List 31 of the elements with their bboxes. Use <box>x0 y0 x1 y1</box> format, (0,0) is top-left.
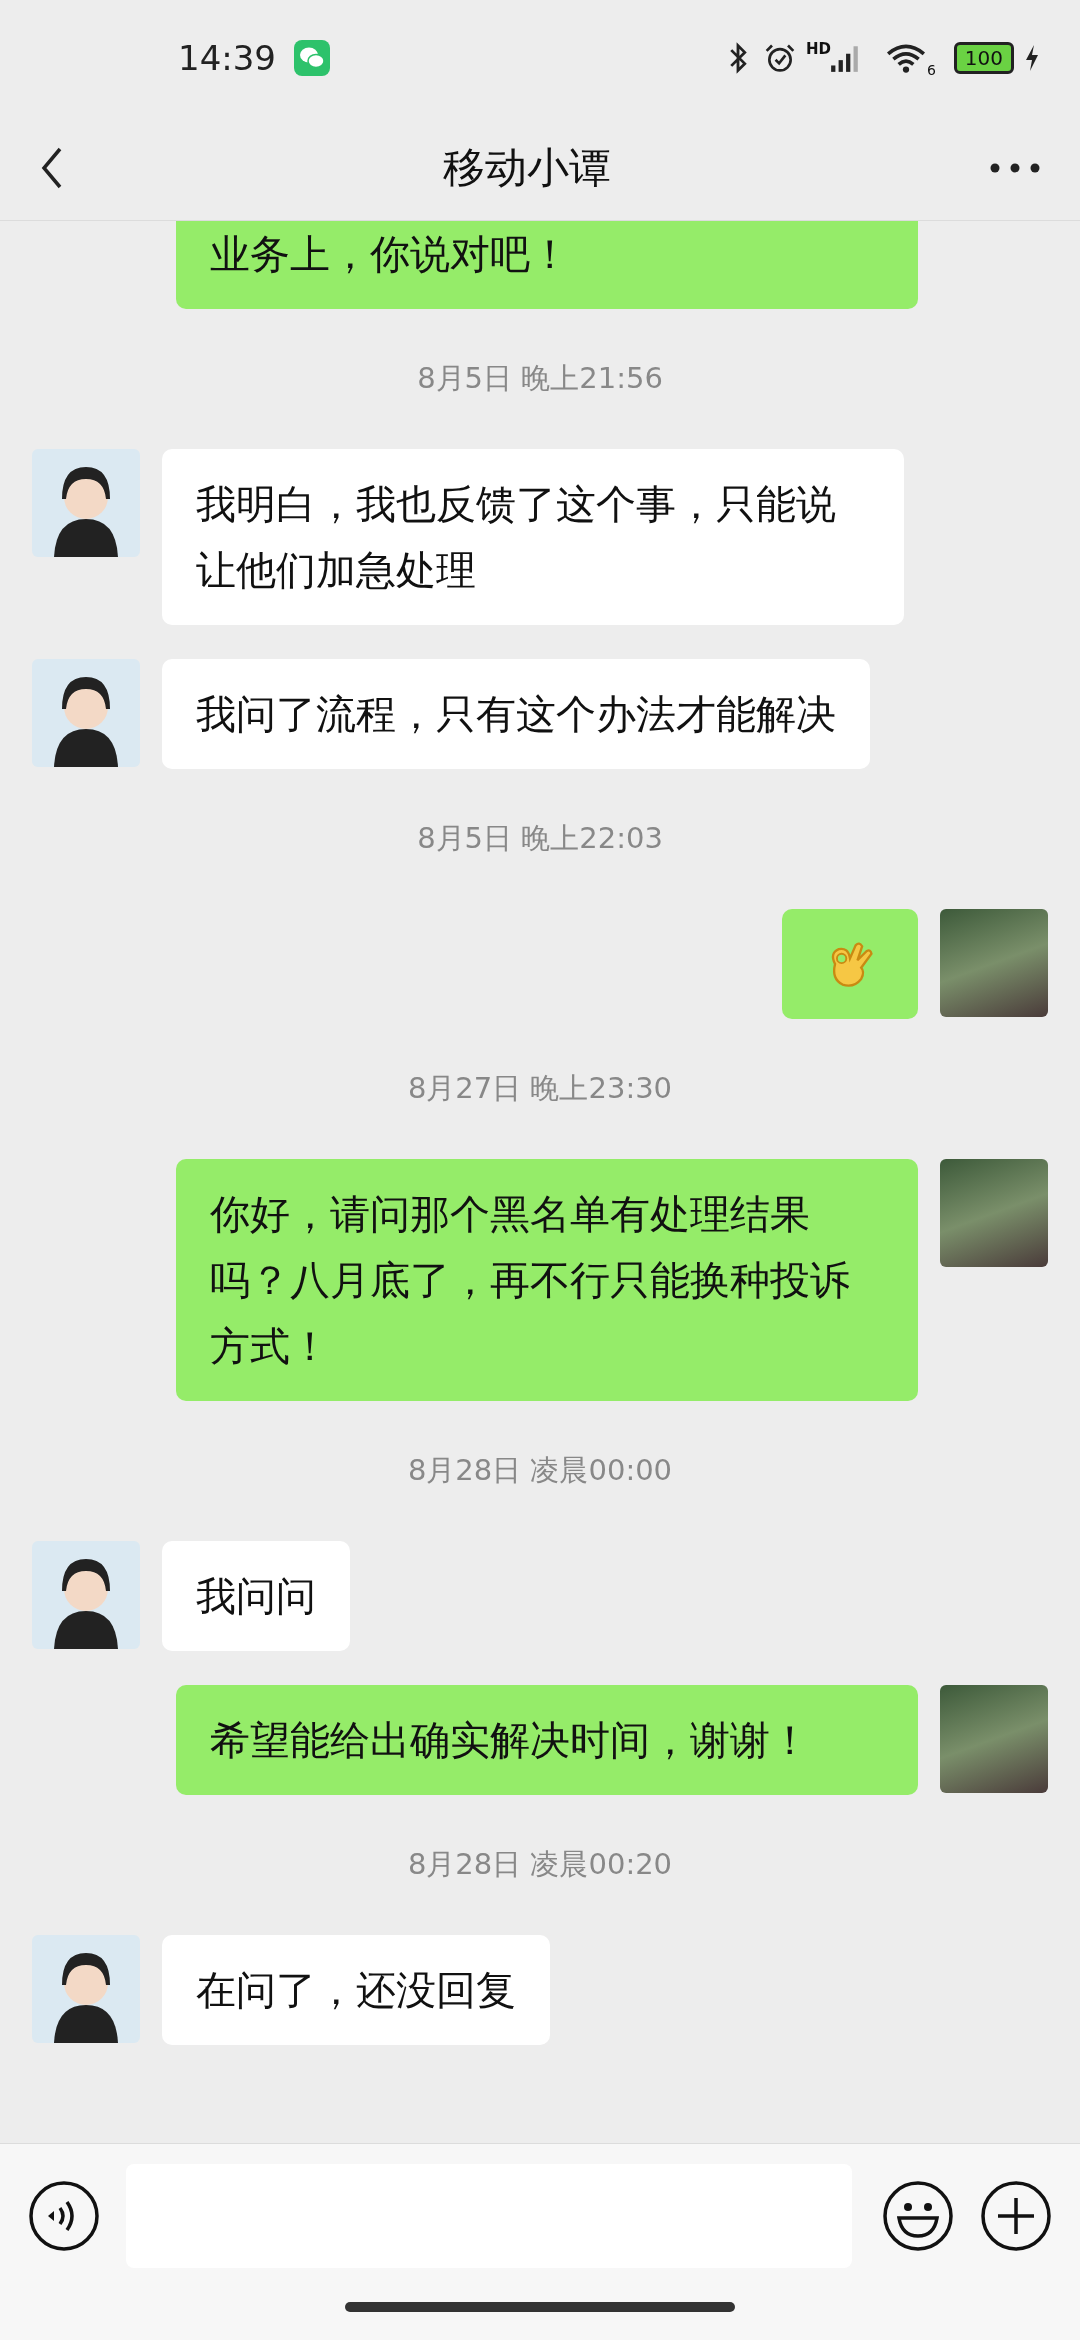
message-bubble[interactable]: 在问了，还没回复 <box>162 1935 550 2045</box>
more-icon[interactable] <box>990 163 1040 173</box>
photo-placeholder[interactable] <box>940 1159 1048 1267</box>
avatar-silhouette[interactable] <box>32 659 140 767</box>
charging-icon <box>1024 44 1040 72</box>
timestamp: 8月5日 晚上22:03 <box>417 820 663 857</box>
battery-level: 100 <box>953 42 1014 74</box>
timestamp: 8月5日 晚上21:56 <box>417 360 663 397</box>
voice-icon[interactable] <box>28 2180 100 2252</box>
message-bubble[interactable]: 我问了流程，只有这个办法才能解决 <box>162 659 870 769</box>
message-bubble[interactable]: 我问问 <box>162 1541 350 1651</box>
plus-icon[interactable] <box>980 2180 1052 2252</box>
timestamp: 8月28日 凌晨00:20 <box>407 1846 673 1883</box>
message-bubble[interactable]: 你好，请问那个黑名单有处理结果吗？八月底了，再不行只能换种投诉方式！ <box>176 1159 918 1401</box>
photo-placeholder[interactable] <box>940 909 1048 1017</box>
timestamp: 8月27日 晚上23:30 <box>407 1070 673 1107</box>
status-time: 14:39 <box>178 38 276 78</box>
chat-title: 移动小谭 <box>443 142 611 194</box>
message-bubble[interactable]: 我明白，我也反馈了这个事，只能说让他们加急处理 <box>162 449 904 625</box>
avatar-silhouette[interactable] <box>32 1935 140 2043</box>
photo-placeholder[interactable] <box>940 1685 1048 1793</box>
chat-app-icon <box>294 40 330 76</box>
back-icon[interactable] <box>40 146 64 190</box>
wifi-label: 6 <box>926 62 936 78</box>
avatar-silhouette[interactable] <box>32 449 140 557</box>
avatar-silhouette[interactable] <box>32 1541 140 1649</box>
message-bubble[interactable]: 业务上，你说对吧！ <box>176 221 918 309</box>
signal-label: HD <box>805 40 831 58</box>
emoji-icon[interactable] <box>882 2180 954 2252</box>
timestamp: 8月28日 凌晨00:00 <box>407 1452 673 1489</box>
message-bubble[interactable]: 希望能给出确实解决时间，谢谢！ <box>176 1685 918 1795</box>
